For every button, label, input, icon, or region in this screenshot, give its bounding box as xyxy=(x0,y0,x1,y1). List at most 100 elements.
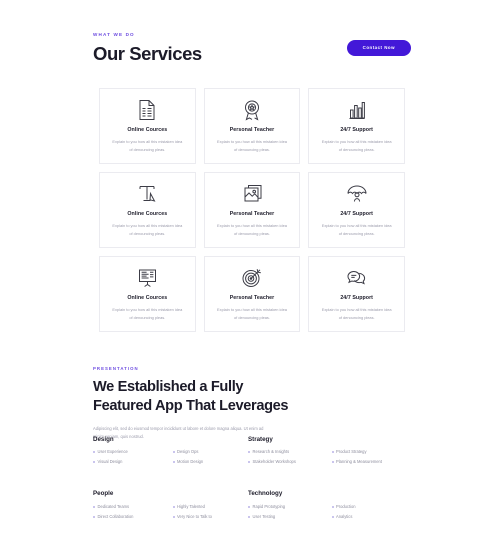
bullet-icon xyxy=(172,515,175,518)
service-card-title: Online Cources xyxy=(127,127,168,133)
services-eyebrow: WHAT WE DO xyxy=(93,32,135,37)
presentation-title: We Established a Fully Featured App That… xyxy=(93,379,289,414)
skill-groups: Design User Experience Visual Design Des… xyxy=(93,436,411,525)
bullet-icon xyxy=(93,461,95,464)
bar-chart-icon xyxy=(347,99,367,121)
document-list-icon xyxy=(137,99,157,121)
service-card-title: 24/7 Support xyxy=(340,127,373,133)
page-title: Our Services xyxy=(93,42,202,64)
skill-item[interactable]: User Experience xyxy=(93,450,169,454)
typography-tool-icon xyxy=(137,183,157,205)
service-card-description: Explain to you how all this mistaken ide… xyxy=(321,139,392,152)
presentation-section: PRESENTATION We Established a Fully Feat… xyxy=(93,366,411,441)
skill-item-label: Highly Talented xyxy=(177,503,205,509)
skill-group: Strategy Research & Insights Stakeholder… xyxy=(248,436,411,470)
service-card[interactable]: 24/7 Support Explain to you how all this … xyxy=(308,172,405,248)
skill-item-label: Motion Design xyxy=(177,459,204,465)
service-card-description: Explain to you how all this mistaken ide… xyxy=(112,139,183,152)
skill-item[interactable]: Analytics xyxy=(331,513,412,519)
skill-group: Design User Experience Visual Design Des… xyxy=(93,436,249,470)
skill-item-label: Very Nice to Talk to xyxy=(177,513,212,519)
service-card-description: Explain to you how all this mistaken ide… xyxy=(217,307,287,320)
skill-item-label: Dedicated Teams xyxy=(97,503,130,509)
bullet-icon xyxy=(172,505,175,508)
service-card[interactable]: Online Cources Explain to you how all thi… xyxy=(99,88,196,164)
service-card-title: Personal Teacher xyxy=(229,295,275,301)
service-card-description: Explain to you how all this mistaken ide… xyxy=(217,139,287,152)
services-page: WHAT WE DO Our Services Contact Now Onli… xyxy=(0,0,500,543)
service-card-title: 24/7 Support xyxy=(340,295,373,301)
service-card-description: Explain to you how all this mistaken ide… xyxy=(321,307,392,320)
skill-item-label: Analytics xyxy=(336,513,353,519)
bullet-icon xyxy=(93,505,95,508)
service-card-title: Online Cources xyxy=(127,211,168,217)
service-card[interactable]: Personal Teacher Explain to you how all t… xyxy=(203,88,301,164)
skill-group-title: Design xyxy=(93,436,114,443)
skill-item-label: User Testing xyxy=(252,513,276,519)
skill-group-title: People xyxy=(93,490,114,498)
skill-item-label: Visual Design xyxy=(97,459,123,465)
skill-list: Dedicated Teams Direct Collaboration Hig… xyxy=(93,503,249,525)
bullet-icon xyxy=(248,451,250,454)
service-card[interactable]: 24/7 Support Explain to you how all this … xyxy=(308,88,405,164)
skill-item-label: Stakeholder Workshops xyxy=(252,459,296,465)
service-card-description: Explain to you how all this mistaken ide… xyxy=(112,307,183,320)
skill-item[interactable]: Production xyxy=(331,503,412,509)
service-card-description: Explain to you how all this mistaken ide… xyxy=(112,223,183,236)
skill-list: Research & Insights Stakeholder Workshop… xyxy=(248,450,411,470)
presentation-board-icon xyxy=(137,267,158,289)
skill-item[interactable]: Planning & Measurement xyxy=(331,460,412,464)
bullet-icon xyxy=(93,515,95,518)
skill-item-label: User Experience xyxy=(97,449,128,455)
skill-item[interactable]: Very Nice to Talk to xyxy=(172,513,249,519)
skill-item-label: Research & Insights xyxy=(252,449,290,455)
skill-item[interactable]: Research & Insights xyxy=(248,450,328,454)
skill-group: People Dedicated Teams Direct Collaborat… xyxy=(93,491,248,524)
service-card[interactable]: Personal Teacher Explain to you how all t… xyxy=(203,256,301,332)
image-layers-icon xyxy=(242,183,262,205)
skill-item[interactable]: Stakeholder Workshops xyxy=(248,460,328,464)
skill-item[interactable]: Rapid Prototyping xyxy=(248,504,328,509)
skill-item[interactable]: User Testing xyxy=(248,513,328,519)
bullet-icon xyxy=(331,505,334,508)
service-card[interactable]: Personal Teacher Explain to you how all t… xyxy=(203,172,301,248)
skill-item[interactable]: Highly Talented xyxy=(172,503,249,509)
target-dartboard-icon xyxy=(241,267,262,289)
skill-list: Rapid Prototyping User Testing Productio… xyxy=(248,503,412,525)
skill-group: Technology Rapid Prototyping User Testin… xyxy=(248,491,411,524)
bullet-icon xyxy=(172,461,175,464)
skill-item[interactable]: Product Strategy xyxy=(331,449,412,455)
skill-group-title: Strategy xyxy=(248,436,273,443)
bullet-icon xyxy=(248,515,250,518)
bullet-icon xyxy=(331,515,334,518)
services-header: WHAT WE DO Our Services Contact Now xyxy=(93,32,411,64)
award-badge-icon xyxy=(242,99,262,121)
bullet-icon xyxy=(93,451,95,454)
skill-item[interactable]: Direct Collaboration xyxy=(93,513,169,519)
chat-bubbles-icon xyxy=(346,267,368,289)
service-card[interactable]: 24/7 Support Explain to you how all this … xyxy=(308,256,405,332)
skill-group-title: Technology xyxy=(248,490,283,498)
service-card-title: Personal Teacher xyxy=(229,211,275,217)
bullet-icon xyxy=(172,451,175,454)
service-card[interactable]: Online Cources Explain to you how all thi… xyxy=(99,172,196,248)
service-card-title: Personal Teacher xyxy=(229,127,275,133)
services-grid: Online Cources Explain to you how all thi… xyxy=(99,88,405,332)
bullet-icon xyxy=(248,461,250,464)
skill-item-label: Production xyxy=(336,503,356,509)
bullet-icon xyxy=(248,505,250,508)
contact-now-button[interactable]: Contact Now xyxy=(346,40,411,57)
skill-item[interactable]: Motion Design xyxy=(172,459,249,465)
service-card-title: Online Cources xyxy=(127,295,168,301)
service-card-description: Explain to you how all this mistaken ide… xyxy=(321,223,392,236)
skill-item[interactable]: Visual Design xyxy=(93,460,169,464)
service-card[interactable]: Online Cources Explain to you how all thi… xyxy=(99,256,196,332)
skill-item[interactable]: Dedicated Teams xyxy=(93,503,169,509)
service-card-title: 24/7 Support xyxy=(340,211,373,217)
skill-item-label: Product Strategy xyxy=(336,449,367,455)
skill-item-label: Direct Collaboration xyxy=(97,513,134,519)
presentation-eyebrow: PRESENTATION xyxy=(93,366,139,371)
skill-item[interactable]: Design Ops xyxy=(172,450,249,454)
bullet-icon xyxy=(331,451,334,454)
bullet-icon xyxy=(331,461,334,464)
